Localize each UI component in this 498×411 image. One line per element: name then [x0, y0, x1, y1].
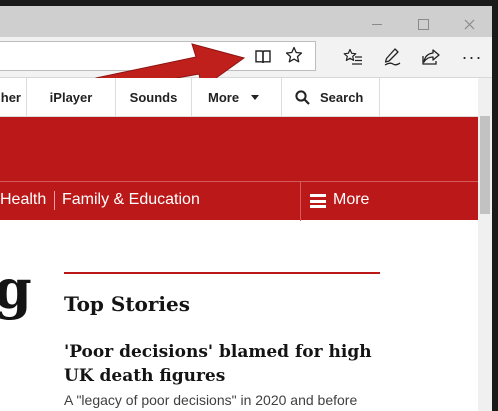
more-icon[interactable]: ··· [459, 44, 485, 70]
share-button[interactable] [418, 44, 444, 70]
story-headline-link[interactable]: 'Poor decisions' blamed for high UK deat… [64, 340, 394, 388]
web-notes-button[interactable] [379, 44, 405, 70]
favorite-star-icon [285, 46, 303, 63]
nav-item-label: her [0, 89, 21, 105]
reading-view-icon [255, 50, 271, 64]
nav-item-weather[interactable]: her [0, 78, 27, 116]
nav-item-sounds[interactable]: Sounds [116, 78, 192, 116]
news-banner [0, 117, 478, 181]
share-icon [422, 49, 440, 65]
pen-notes-icon [384, 48, 401, 66]
scrollbar-thumb[interactable] [480, 116, 490, 214]
nav-item-iplayer[interactable]: iPlayer [27, 78, 116, 116]
story-summary: A "legacy of poor decisions" in 2020 and… [64, 392, 358, 408]
section-item-family-education[interactable]: Family & Education [62, 191, 200, 209]
section-item-health[interactable]: Health [0, 191, 46, 209]
browser-title-bar [0, 6, 492, 37]
reading-view-button[interactable] [250, 44, 276, 70]
add-favorite-button[interactable] [281, 42, 307, 68]
minimize-button[interactable] [354, 12, 400, 36]
nav-item-label: Search [320, 89, 364, 105]
close-button[interactable] [446, 12, 492, 36]
minimize-icon [372, 23, 382, 25]
bbc-top-nav: her iPlayer Sounds More Search [0, 78, 478, 117]
section-rule [64, 272, 380, 274]
nav-more-dropdown[interactable]: More [192, 78, 282, 116]
section-more-label: More [333, 191, 370, 208]
section-more-button[interactable]: More [300, 182, 478, 221]
section-nav: Health Family & Education More [0, 181, 478, 221]
nav-item-label: More [208, 89, 240, 105]
section-title: Top Stories [64, 292, 191, 316]
maximize-icon [417, 18, 429, 30]
favorites-hub-button[interactable] [340, 44, 366, 70]
caret-down-icon [251, 94, 260, 100]
hamburger-icon [310, 194, 326, 208]
partial-heading: g [0, 257, 32, 321]
maximize-button[interactable] [400, 12, 446, 36]
nav-item-label: Sounds [129, 89, 178, 105]
section-divider [54, 191, 55, 210]
nav-search-button[interactable]: Search [282, 78, 380, 116]
nav-item-label: iPlayer [49, 89, 93, 105]
close-icon [464, 19, 474, 29]
desktop-edge-right [492, 0, 498, 411]
favorites-hub-icon [343, 48, 362, 65]
search-icon [295, 89, 310, 105]
